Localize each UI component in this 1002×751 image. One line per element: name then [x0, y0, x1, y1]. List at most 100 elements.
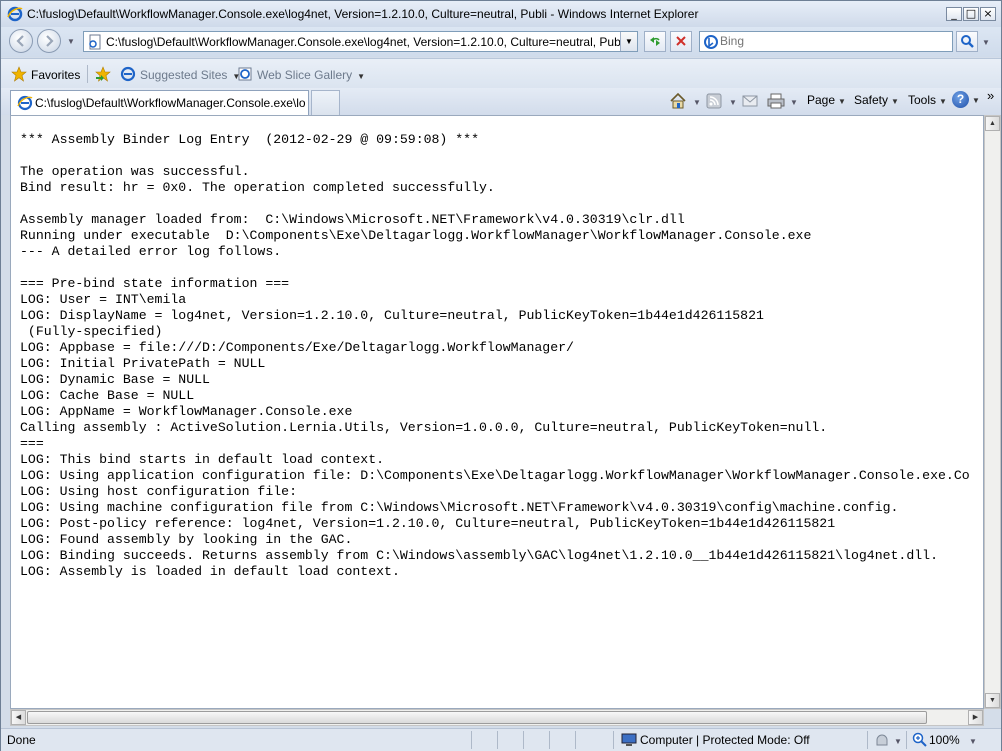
ie-page-icon	[17, 95, 33, 111]
address-url[interactable]: C:\fuslog\Default\WorkflowManager.Consol…	[106, 35, 620, 49]
tab-label: C:\fuslog\Default\WorkflowManager.Consol…	[35, 96, 305, 110]
chevron-down-icon: ▼	[939, 97, 947, 106]
close-button[interactable]: ×	[980, 7, 996, 21]
zoom-icon[interactable]	[912, 732, 928, 748]
status-divider	[497, 731, 498, 749]
right-arrow-icon: ▶	[972, 714, 979, 721]
ie-page-icon	[238, 67, 252, 81]
tab-row: C:\fuslog\Default\WorkflowManager.Consol…	[1, 88, 1001, 115]
up-arrow-icon: ▲	[989, 120, 996, 127]
refresh-icon	[650, 37, 660, 46]
favorites-star-icon	[11, 66, 27, 82]
back-button[interactable]	[9, 29, 33, 53]
stop-button[interactable]	[670, 31, 692, 52]
back-arrow-icon	[16, 35, 24, 47]
rss-feeds-icon[interactable]	[706, 93, 722, 109]
scroll-down-button[interactable]: ▼	[985, 693, 1000, 708]
help-icon: ?	[952, 91, 969, 108]
maximize-icon: □	[965, 7, 977, 20]
print-dropdown-icon[interactable]: ▼	[790, 98, 798, 107]
status-divider	[575, 731, 576, 749]
favorites-label: Favorites	[31, 68, 81, 82]
status-text: Done	[7, 733, 36, 747]
stop-icon	[676, 36, 686, 46]
safety-menu-label: Safety	[854, 93, 889, 107]
chevron-down-icon: ▼	[972, 96, 980, 105]
page-icon	[89, 34, 101, 50]
chevron-down-icon: ▼	[838, 97, 846, 106]
tools-menu[interactable]: Tools ▼	[908, 93, 947, 107]
maximize-button[interactable]: □	[963, 7, 979, 21]
ie-window: C:\fuslog\Default\WorkflowManager.Consol…	[0, 0, 1002, 751]
print-icon[interactable]	[767, 93, 785, 109]
status-divider	[471, 731, 472, 749]
web-slice-gallery-dropdown-icon: ▼	[357, 72, 366, 81]
scroll-left-button[interactable]: ◀	[11, 710, 26, 725]
chevron-down-icon: ▼	[891, 97, 899, 106]
computer-zone-icon	[621, 733, 637, 746]
bing-icon	[704, 35, 718, 49]
search-options-dropdown-icon[interactable]: ▼	[982, 38, 990, 47]
status-divider	[906, 731, 907, 749]
add-to-favorites-bar-button[interactable]	[95, 66, 115, 82]
scrollbar-corner	[984, 709, 1001, 726]
left-arrow-icon: ◀	[15, 714, 22, 721]
suggested-sites-link[interactable]: Suggested Sites ▼	[120, 66, 240, 82]
horizontal-scroll-thumb[interactable]	[27, 711, 927, 724]
page-menu[interactable]: Page ▼	[807, 93, 846, 107]
page-content: *** Assembly Binder Log Entry (2012-02-2…	[10, 115, 984, 709]
protected-mode-icon[interactable]	[874, 732, 890, 748]
search-button[interactable]	[956, 31, 978, 52]
page-menu-label: Page	[807, 93, 836, 107]
help-menu[interactable]: ? ▼	[952, 91, 980, 108]
feeds-dropdown-icon[interactable]: ▼	[729, 98, 737, 107]
read-mail-icon[interactable]	[742, 94, 758, 108]
protected-mode-dropdown-icon[interactable]: ▼	[894, 737, 902, 746]
refresh-button[interactable]	[644, 31, 666, 52]
scroll-up-button[interactable]: ▲	[985, 116, 1000, 131]
minimize-button[interactable]: _	[946, 7, 962, 21]
status-bar: Done Computer | Protected Mode: Off ▼ 10…	[1, 728, 1001, 751]
status-divider	[867, 731, 868, 749]
address-bar[interactable]: C:\fuslog\Default\WorkflowManager.Consol…	[83, 31, 638, 52]
safety-menu[interactable]: Safety ▼	[854, 93, 899, 107]
chevron-down-icon: ▼	[625, 37, 633, 46]
forward-button[interactable]	[37, 29, 61, 53]
close-icon: ×	[983, 7, 993, 20]
vertical-scrollbar[interactable]: ▲ ▼	[984, 115, 1001, 709]
tools-menu-label: Tools	[908, 93, 937, 107]
minimize-icon: _	[951, 7, 957, 20]
new-tab-button[interactable]	[311, 90, 340, 115]
title-bar[interactable]: C:\fuslog\Default\WorkflowManager.Consol…	[1, 1, 1001, 27]
home-icon[interactable]	[669, 92, 687, 110]
status-divider	[523, 731, 524, 749]
zoom-dropdown-icon[interactable]: ▼	[969, 737, 977, 746]
add-favorite-icon	[95, 66, 111, 82]
toolbar-overflow-icon[interactable]: »	[987, 88, 994, 103]
home-dropdown-icon[interactable]: ▼	[693, 98, 701, 107]
horizontal-scrollbar[interactable]: ◀ ▶	[10, 709, 984, 726]
window-title: C:\fuslog\Default\WorkflowManager.Consol…	[27, 7, 699, 21]
tab-active[interactable]: C:\fuslog\Default\WorkflowManager.Consol…	[10, 90, 309, 115]
ie-page-icon	[120, 66, 136, 82]
search-input[interactable]	[720, 33, 948, 49]
suggested-sites-label: Suggested Sites	[140, 68, 228, 82]
status-divider	[613, 731, 614, 749]
status-divider	[549, 731, 550, 749]
web-slice-gallery-link[interactable]: Web Slice Gallery ▼	[237, 66, 365, 82]
search-box[interactable]	[699, 31, 953, 52]
security-zone-text[interactable]: Computer | Protected Mode: Off	[640, 733, 810, 747]
navigation-bar: ▼ C:\fuslog\Default\WorkflowManager.Cons…	[1, 27, 1001, 57]
favorites-bar: Favorites Suggested Sites ▼ Web Slice Gal…	[1, 58, 1001, 88]
ie-logo-icon	[7, 6, 23, 22]
web-slice-gallery-label: Web Slice Gallery	[257, 68, 353, 82]
down-arrow-icon: ▼	[989, 697, 996, 704]
scroll-right-button[interactable]: ▶	[968, 710, 983, 725]
forward-arrow-icon	[46, 35, 54, 47]
favorites-divider	[87, 65, 88, 83]
address-dropdown-button[interactable]: ▼	[620, 32, 637, 51]
recent-pages-dropdown-icon[interactable]: ▼	[67, 37, 75, 46]
zoom-level[interactable]: 100%	[929, 733, 960, 747]
favorites-button[interactable]: Favorites	[11, 66, 80, 82]
search-icon	[961, 35, 974, 48]
